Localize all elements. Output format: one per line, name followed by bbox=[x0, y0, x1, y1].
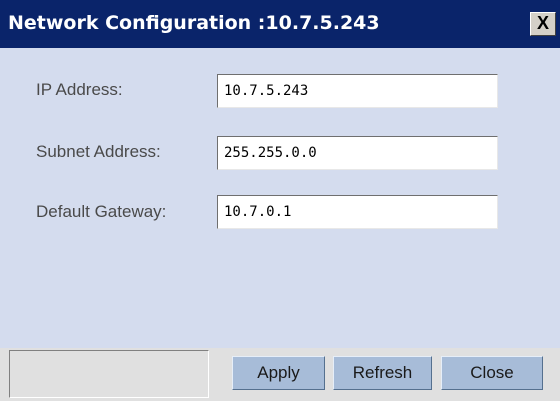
default-gateway-label: Default Gateway: bbox=[36, 202, 167, 221]
default-gateway-input[interactable]: 10.7.0.1 bbox=[217, 195, 498, 229]
dialog-title: Network Configuration :10.7.5.243 bbox=[8, 12, 380, 34]
apply-button[interactable]: Apply bbox=[232, 356, 325, 390]
ip-address-input[interactable]: 10.7.5.243 bbox=[217, 74, 498, 108]
network-config-dialog: Network Configuration :10.7.5.243 X IP A… bbox=[0, 0, 560, 401]
refresh-button[interactable]: Refresh bbox=[333, 356, 432, 390]
close-icon[interactable]: X bbox=[530, 12, 556, 36]
close-button[interactable]: Close bbox=[441, 356, 543, 390]
subnet-address-input[interactable]: 255.255.0.0 bbox=[217, 136, 498, 170]
status-panel bbox=[9, 350, 209, 398]
ip-address-label: IP Address: bbox=[36, 80, 123, 99]
title-bar: Network Configuration :10.7.5.243 X bbox=[0, 0, 560, 48]
subnet-address-label: Subnet Address: bbox=[36, 142, 161, 161]
